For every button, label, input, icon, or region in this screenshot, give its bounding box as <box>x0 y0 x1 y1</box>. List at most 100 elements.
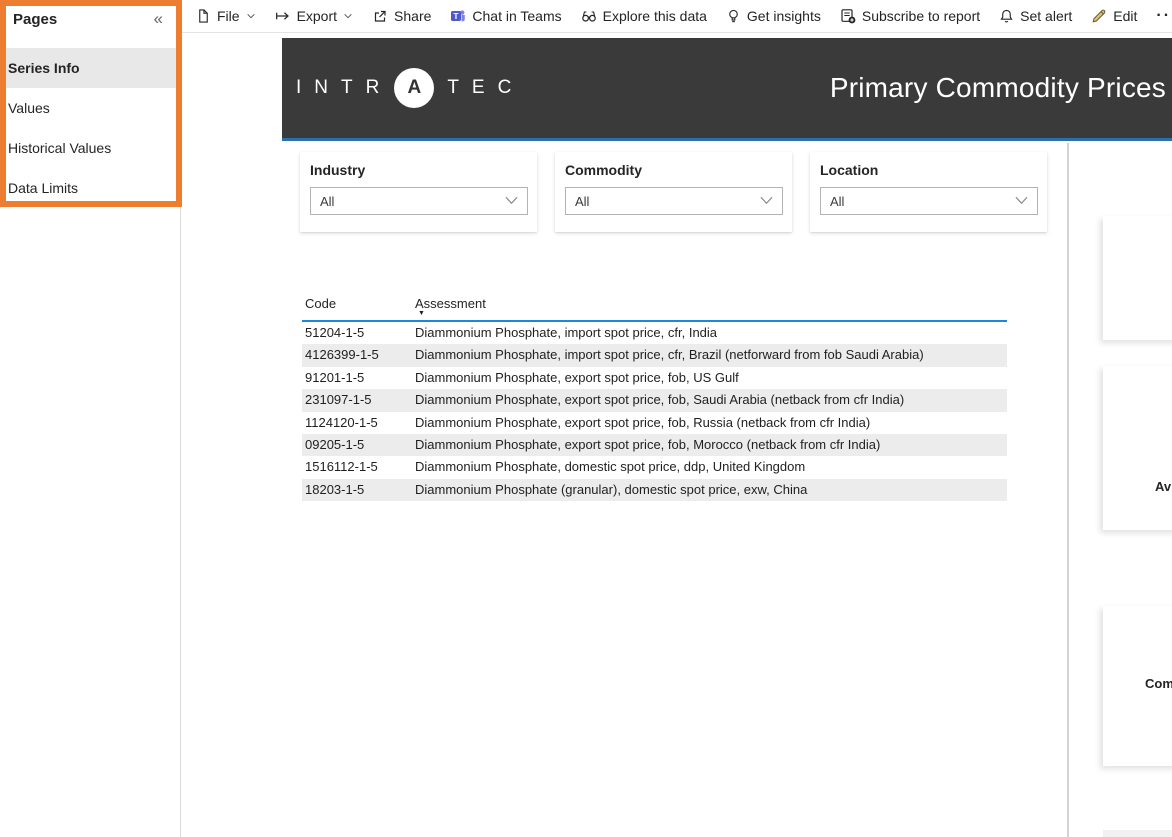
code-cell: 91201-1-5 <box>305 369 365 385</box>
export-label: Export <box>296 8 338 24</box>
location-filter-label: Location <box>820 162 879 178</box>
subscribe-to-report-button[interactable]: Subscribe to report <box>840 8 980 24</box>
sidebar-item-values[interactable]: Values <box>0 88 180 128</box>
subscribe-to-report-label: Subscribe to report <box>861 8 981 24</box>
chevron-down-icon <box>760 192 773 210</box>
sidebar-item-label: Values <box>8 100 50 116</box>
code-cell: 51204-1-5 <box>305 325 365 340</box>
assessment-cell: Diammonium Phosphate, export spot price,… <box>415 414 871 430</box>
right-partial-card-2: Av <box>1103 366 1172 530</box>
column-header-assessment[interactable]: Assessment <box>415 293 1007 320</box>
table-row[interactable]: 18203-1-5 Diammonium Phosphate (granular… <box>302 478 1007 502</box>
series-info-table: Code Assessment ▼ 51204-1-5 Diammonium P… <box>302 293 1007 502</box>
report-section-divider <box>1067 143 1069 837</box>
more-icon: ··· <box>1156 7 1172 24</box>
commodity-dropdown-value: All <box>575 193 590 209</box>
sort-descending-icon: ▼ <box>418 310 425 317</box>
sidebar-item-label: Data Limits <box>8 180 79 196</box>
pages-sidebar: Pages « Series Info Values Historical Va… <box>0 0 181 837</box>
set-alert-button[interactable]: Set alert <box>999 8 1072 24</box>
table-row[interactable]: 1516112-1-5 Diammonium Phosphate, domest… <box>302 456 1007 478</box>
pencil-icon <box>1091 8 1107 24</box>
explore-this-data-button[interactable]: Explore this data <box>581 8 707 24</box>
right-card-3-title: Comm <box>1145 676 1172 691</box>
sidebar-item-data-limits[interactable]: Data Limits <box>0 168 180 208</box>
file-menu-button[interactable]: File <box>196 8 256 24</box>
table-row[interactable]: 91201-1-5 Diammonium Phosphate, export s… <box>302 367 1007 389</box>
logo-letters-left: INTR <box>296 77 393 98</box>
right-partial-card-4-edge <box>1103 830 1172 837</box>
sidebar-item-label: Series Info <box>8 60 80 76</box>
assessment-cell: Diammonium Phosphate, export spot price,… <box>415 369 739 385</box>
collapse-pane-icon[interactable]: « <box>154 9 163 29</box>
table-row[interactable]: 231097-1-5 Diammonium Phosphate, export … <box>302 389 1007 412</box>
assessment-cell: Diammonium Phosphate, export spot price,… <box>415 436 881 452</box>
code-cell: 231097-1-5 <box>305 392 372 408</box>
assessment-cell: Diammonium Phosphate, domestic spot pric… <box>415 459 806 475</box>
pages-sidebar-header: Pages « <box>0 0 180 48</box>
set-alert-label: Set alert <box>1020 8 1073 24</box>
get-insights-label: Get insights <box>746 8 821 24</box>
sidebar-item-label: Historical Values <box>8 140 112 156</box>
right-partial-card-1 <box>1103 216 1172 340</box>
code-cell: 18203-1-5 <box>305 481 365 497</box>
report-title: Primary Commodity Prices <box>829 72 1166 103</box>
chat-in-teams-button[interactable]: T Chat in Teams <box>450 8 562 24</box>
export-menu-button[interactable]: Export <box>275 8 353 24</box>
industry-dropdown[interactable]: All <box>310 187 528 215</box>
export-icon <box>275 9 291 23</box>
table-row[interactable]: 09205-1-5 Diammonium Phosphate, export s… <box>302 433 1007 457</box>
commodity-filter-card: Commodity All <box>555 152 792 232</box>
chevron-down-icon <box>1015 192 1028 210</box>
code-cell: 1516112-1-5 <box>305 459 378 475</box>
lightbulb-icon <box>726 8 741 24</box>
industry-filter-card: Industry All <box>300 152 537 232</box>
teams-icon: T <box>450 8 466 24</box>
commodity-dropdown[interactable]: All <box>565 187 783 215</box>
column-header-code[interactable]: Code <box>302 293 415 320</box>
logo-circle-a: A <box>394 68 435 108</box>
industry-dropdown-value: All <box>320 193 335 209</box>
chevron-down-icon <box>246 11 256 21</box>
assessment-cell: Diammonium Phosphate, import spot price,… <box>415 325 718 340</box>
sidebar-item-historical-values[interactable]: Historical Values <box>0 128 180 168</box>
subscribe-icon <box>840 8 856 24</box>
more-options-button[interactable]: ··· <box>1156 7 1172 25</box>
assessment-cell: Diammonium Phosphate, import spot price,… <box>415 347 924 363</box>
chevron-down-icon <box>343 11 353 21</box>
edit-button[interactable]: Edit <box>1091 8 1137 24</box>
assessment-cell: Diammonium Phosphate (granular), domesti… <box>415 481 808 497</box>
sidebar-item-series-info[interactable]: Series Info <box>0 48 180 88</box>
code-cell: 1124120-1-5 <box>305 414 378 430</box>
report-banner: INTR A TEC Primary Commodity Prices <box>282 38 1172 141</box>
table-row[interactable]: 1124120-1-5 Diammonium Phosphate, export… <box>302 412 1007 434</box>
code-cell: 4126399-1-5 <box>305 347 379 363</box>
share-label: Share <box>394 8 432 24</box>
location-filter-card: Location All <box>810 152 1047 232</box>
commodity-filter-label: Commodity <box>565 162 642 178</box>
bell-icon <box>999 8 1014 24</box>
file-label: File <box>217 8 240 24</box>
right-partial-card-3: Comm <box>1103 606 1172 766</box>
code-cell: 09205-1-5 <box>305 436 365 452</box>
chevron-down-icon <box>505 192 518 210</box>
file-icon <box>196 8 211 24</box>
share-icon <box>372 8 388 24</box>
explore-icon <box>581 8 597 24</box>
pages-title: Pages <box>13 11 58 28</box>
get-insights-button[interactable]: Get insights <box>726 8 821 24</box>
explore-this-data-label: Explore this data <box>602 8 707 24</box>
edit-label: Edit <box>1113 8 1138 24</box>
table-row[interactable]: 4126399-1-5 Diammonium Phosphate, import… <box>302 344 1007 367</box>
share-button[interactable]: Share <box>372 8 431 24</box>
intratec-logo: INTR A TEC <box>296 68 524 108</box>
assessment-cell: Diammonium Phosphate, export spot price,… <box>415 392 905 408</box>
report-action-toolbar: File Export Share T Chat in Teams Explor… <box>182 0 1172 33</box>
right-card-2-title: Av <box>1155 479 1172 494</box>
location-dropdown[interactable]: All <box>820 187 1038 215</box>
table-row[interactable]: 51204-1-5 Diammonium Phosphate, import s… <box>302 322 1007 344</box>
location-dropdown-value: All <box>830 193 845 209</box>
svg-text:T: T <box>454 11 460 21</box>
logo-letters-right: TEC <box>447 77 525 98</box>
pages-list: Series Info Values Historical Values Dat… <box>0 48 180 208</box>
